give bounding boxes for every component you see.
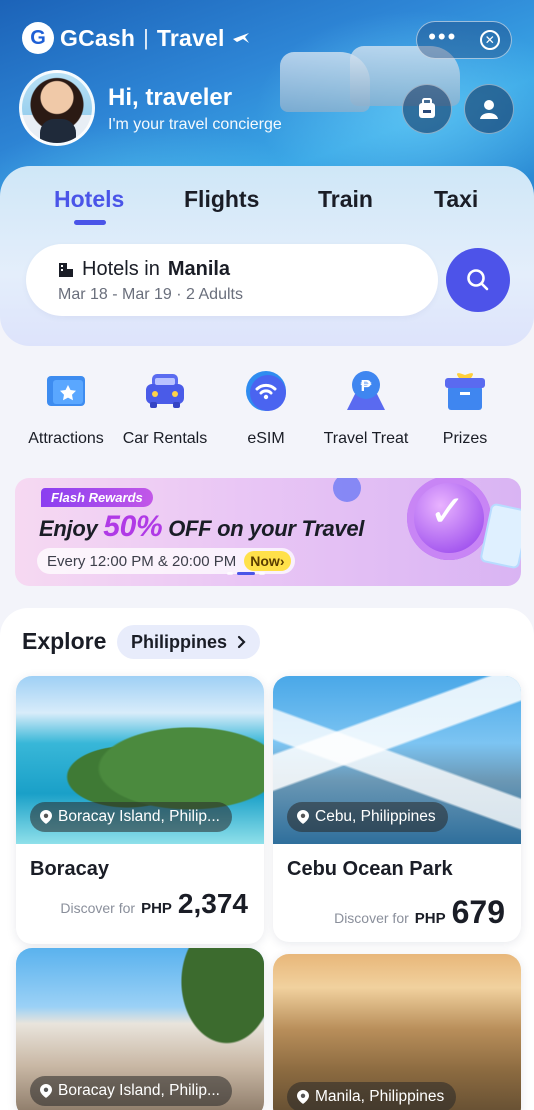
more-options-icon[interactable]: •••	[428, 26, 457, 48]
flash-rewards-tag: Flash Rewards	[41, 488, 153, 507]
quick-action-label: Travel Treat	[323, 430, 409, 447]
carousel-dot	[259, 572, 265, 575]
price-amount: 679	[451, 894, 505, 930]
quick-action-prizes[interactable]: Prizes	[415, 368, 515, 448]
banner-title: Enjoy 50% OFF on your Travel	[39, 510, 364, 544]
carousel-dot	[227, 572, 233, 575]
country-selector-label: Philippines	[131, 631, 228, 652]
profile-button[interactable]	[464, 84, 514, 134]
search-details: Mar 18 - Mar 19 · 2 Adults	[58, 286, 243, 303]
destination-name: Cebu Ocean Park	[287, 858, 453, 880]
location-pill: Cebu, Philippines	[287, 802, 448, 832]
location-pin-icon	[40, 1084, 52, 1098]
price-currency: PHP	[414, 910, 446, 927]
greeting-title: Hi, traveler	[108, 84, 233, 111]
brand-name: GCash	[60, 24, 136, 51]
prizes-icon	[442, 368, 488, 414]
search-icon	[467, 269, 489, 291]
destination-card-cebu-ocean-park[interactable]: Cebu, Philippines Cebu Ocean Park Discov…	[273, 676, 521, 942]
price-currency: PHP	[141, 900, 172, 917]
banner-time: Every 12:00 PM & 20:00 PM	[47, 552, 237, 570]
quick-action-label: Prizes	[442, 430, 488, 447]
greeting-subtitle: I'm your travel concierge	[108, 116, 282, 133]
quick-action-attractions[interactable]: Attractions	[16, 368, 116, 448]
banner-title-pre: Enjoy	[39, 516, 98, 541]
quick-action-travel-treat[interactable]: ₱ Travel Treat	[316, 368, 416, 448]
quick-action-label: eSIM	[247, 430, 285, 447]
banner-cta-label: Now	[250, 553, 280, 569]
chevron-right-icon	[237, 635, 246, 649]
attractions-icon	[43, 368, 89, 414]
active-tab-indicator	[74, 220, 106, 225]
gcash-logo-icon: G	[22, 22, 54, 54]
destination-image: Boracay Island, Philip...	[16, 676, 264, 844]
explore-title: Explore	[22, 628, 107, 654]
greeting: Hi, traveler I'm your travel concierge	[108, 84, 282, 134]
quick-action-car-rentals[interactable]: Car Rentals	[115, 368, 215, 448]
search-city: Manila	[167, 258, 231, 280]
quick-action-label: Attractions	[28, 430, 104, 447]
hotel-search-field[interactable]: Hotels in Manila Mar 18 - Mar 19 · 2 Adu…	[26, 244, 438, 316]
banner-discount: 50%	[103, 510, 163, 543]
esim-icon	[243, 368, 289, 414]
banner-schedule: Every 12:00 PM & 20:00 PM Now›	[37, 548, 295, 574]
mini-app-capsule: ••• ✕	[416, 21, 512, 59]
location-pill: Manila, Philippines	[287, 1082, 457, 1110]
destination-card-manila[interactable]: Manila, Philippines	[273, 954, 521, 1110]
location-text: Manila, Philippines	[315, 1088, 445, 1105]
banner-cta[interactable]: Now›	[244, 551, 291, 571]
close-icon[interactable]: ✕	[479, 30, 500, 50]
app-logo: G GCash | Travel	[22, 22, 251, 54]
destination-price: Discover for PHP 2,374	[60, 888, 248, 920]
search-button[interactable]	[446, 248, 510, 312]
destination-image: Cebu, Philippines	[273, 676, 521, 844]
alarm-clock-icon	[407, 478, 491, 560]
car-icon	[142, 368, 188, 414]
location-text: Boracay Island, Philip...	[58, 1082, 220, 1099]
explore-section: Explore Philippines Boracay Island, Phil…	[0, 608, 534, 1110]
price-prefix: Discover for	[334, 910, 409, 926]
quick-action-label: Car Rentals	[122, 430, 208, 447]
location-pin-icon	[40, 810, 52, 824]
price-prefix: Discover for	[60, 900, 136, 916]
destination-name: Boracay	[30, 858, 109, 880]
tab-hotels[interactable]: Hotels	[54, 186, 124, 213]
flash-rewards-banner[interactable]: Flash Rewards Enjoy 50% OFF on your Trav…	[15, 478, 521, 586]
destination-image: Boracay Island, Philip...	[16, 948, 264, 1110]
location-pin-icon	[297, 810, 309, 824]
location-text: Cebu, Philippines	[315, 808, 436, 825]
quick-action-esim[interactable]: eSIM	[216, 368, 316, 448]
location-pin-icon	[297, 1090, 309, 1104]
tab-taxi[interactable]: Taxi	[434, 186, 478, 213]
carousel-dot-active	[237, 572, 255, 575]
luggage-icon	[419, 98, 435, 118]
user-icon	[480, 100, 498, 119]
plane-icon	[232, 33, 249, 43]
hotel-icon	[59, 262, 73, 277]
location-pill: Boracay Island, Philip...	[30, 1076, 232, 1106]
brand-separator: |	[143, 25, 149, 50]
carousel-indicator	[227, 572, 265, 575]
destination-price: Discover for PHP 679	[334, 894, 505, 931]
banner-title-post: OFF on your Travel	[168, 516, 365, 541]
bookings-button[interactable]	[402, 84, 452, 134]
destination-card-boracay-2[interactable]: Boracay Island, Philip...	[16, 948, 264, 1110]
tab-train[interactable]: Train	[318, 186, 373, 213]
avatar[interactable]	[19, 70, 95, 146]
search-panel: Hotels Flights Train Taxi Hotels in Mani…	[0, 166, 534, 346]
location-pill: Boracay Island, Philip...	[30, 802, 232, 832]
svg-text:₱: ₱	[361, 378, 372, 395]
price-amount: 2,374	[177, 888, 248, 919]
location-text: Boracay Island, Philip...	[58, 808, 220, 825]
destination-image: Manila, Philippines	[273, 954, 521, 1110]
destination-card-boracay[interactable]: Boracay Island, Philip... Boracay Discov…	[16, 676, 264, 944]
travel-treat-icon: ₱	[343, 368, 389, 414]
search-destination: Hotels in Manila	[58, 258, 230, 281]
tab-flights[interactable]: Flights	[184, 186, 259, 213]
coin-icon	[333, 478, 361, 502]
brand-sub: Travel	[156, 24, 225, 51]
country-selector[interactable]: Philippines	[117, 625, 261, 659]
search-prefix: Hotels in	[82, 258, 160, 280]
